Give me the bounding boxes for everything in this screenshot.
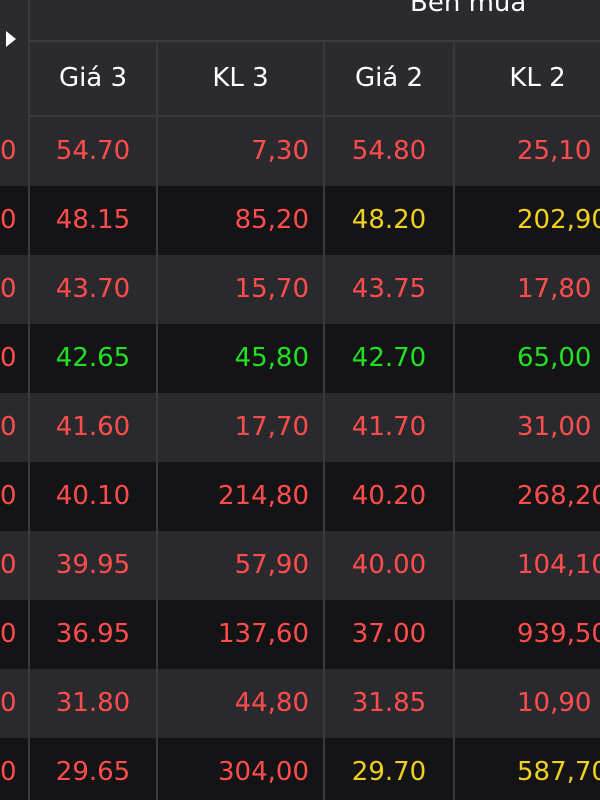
play-triangle-icon[interactable]	[6, 31, 16, 47]
table-row[interactable]: 40.10 214,80 40.20 268,20	[30, 462, 600, 531]
cell-kl-2[interactable]: 587,70	[455, 738, 600, 800]
table-row[interactable]: 43.70 15,70 43.75 17,80	[30, 255, 600, 324]
table-row[interactable]: 41.60 17,70 41.70 31,00	[30, 393, 600, 462]
group-title: Bên mua	[410, 0, 527, 18]
cell-gia-3[interactable]: 41.60	[30, 393, 158, 462]
table-row[interactable]: 54.70 7,30 54.80 25,10	[30, 117, 600, 186]
cell-gia-3[interactable]: 29.65	[30, 738, 158, 800]
buy-side-table: Bên mua Giá 3 KL 3 Giá 2 KL 2 54.70 7,30 5…	[30, 0, 600, 800]
left-column-cell: 0	[0, 186, 28, 255]
cell-kl-2[interactable]: 65,00	[455, 324, 600, 393]
cell-gia-2[interactable]: 48.20	[325, 186, 455, 255]
cell-gia-2[interactable]: 43.75	[325, 255, 455, 324]
left-column-cell: 0	[0, 462, 28, 531]
table-row[interactable]: 29.65 304,00 29.70 587,70	[30, 738, 600, 800]
cell-gia-3[interactable]: 39.95	[30, 531, 158, 600]
cell-kl-3[interactable]: 7,30	[158, 117, 325, 186]
left-column-cell: 0	[0, 117, 28, 186]
cell-kl-3[interactable]: 15,70	[158, 255, 325, 324]
cell-gia-2[interactable]: 37.00	[325, 600, 455, 669]
cell-gia-3[interactable]: 40.10	[30, 462, 158, 531]
left-column-cell: 0	[0, 738, 28, 800]
left-column-cell: 0	[0, 669, 28, 738]
table-row[interactable]: 36.95 137,60 37.00 939,50	[30, 600, 600, 669]
cell-kl-2[interactable]: 31,00	[455, 393, 600, 462]
price-board: 0000000000 Bên mua Giá 3 KL 3 Giá 2 KL 2…	[0, 0, 600, 800]
cell-gia-2[interactable]: 54.80	[325, 117, 455, 186]
left-column-cell: 0	[0, 531, 28, 600]
cell-gia-2[interactable]: 40.20	[325, 462, 455, 531]
cell-kl-2[interactable]: 10,90	[455, 669, 600, 738]
cell-kl-2[interactable]: 25,10	[455, 117, 600, 186]
header-gia-3[interactable]: Giá 3	[30, 42, 158, 115]
cell-gia-3[interactable]: 48.15	[30, 186, 158, 255]
cell-gia-3[interactable]: 31.80	[30, 669, 158, 738]
cell-kl-2[interactable]: 939,50	[455, 600, 600, 669]
header-kl-2[interactable]: KL 2	[455, 42, 600, 115]
cell-gia-3[interactable]: 54.70	[30, 117, 158, 186]
cell-gia-3[interactable]: 42.65	[30, 324, 158, 393]
cell-kl-3[interactable]: 45,80	[158, 324, 325, 393]
left-column-cell: 0	[0, 324, 28, 393]
cell-kl-3[interactable]: 57,90	[158, 531, 325, 600]
cell-kl-3[interactable]: 85,20	[158, 186, 325, 255]
cell-gia-3[interactable]: 43.70	[30, 255, 158, 324]
cell-kl-2[interactable]: 268,20	[455, 462, 600, 531]
cell-kl-3[interactable]: 17,70	[158, 393, 325, 462]
left-truncated-column: 0000000000	[0, 0, 30, 800]
table-row[interactable]: 39.95 57,90 40.00 104,10	[30, 531, 600, 600]
header-kl-3[interactable]: KL 3	[158, 42, 325, 115]
cell-gia-3[interactable]: 36.95	[30, 600, 158, 669]
cell-gia-2[interactable]: 42.70	[325, 324, 455, 393]
left-column-header	[0, 0, 28, 119]
column-header-row: Giá 3 KL 3 Giá 2 KL 2	[30, 42, 600, 117]
cell-gia-2[interactable]: 40.00	[325, 531, 455, 600]
table-row[interactable]: 31.80 44,80 31.85 10,90	[30, 669, 600, 738]
cell-kl-3[interactable]: 214,80	[158, 462, 325, 531]
header-gia-2[interactable]: Giá 2	[325, 42, 455, 115]
left-column-cell: 0	[0, 393, 28, 462]
table-row[interactable]: 48.15 85,20 48.20 202,90	[30, 186, 600, 255]
left-column-cell: 0	[0, 255, 28, 324]
cell-gia-2[interactable]: 41.70	[325, 393, 455, 462]
cell-kl-3[interactable]: 44,80	[158, 669, 325, 738]
cell-kl-2[interactable]: 17,80	[455, 255, 600, 324]
group-header: Bên mua	[30, 0, 600, 42]
cell-kl-2[interactable]: 104,10	[455, 531, 600, 600]
cell-kl-2[interactable]: 202,90	[455, 186, 600, 255]
cell-gia-2[interactable]: 31.85	[325, 669, 455, 738]
table-row[interactable]: 42.65 45,80 42.70 65,00	[30, 324, 600, 393]
cell-kl-3[interactable]: 137,60	[158, 600, 325, 669]
left-column-cell: 0	[0, 600, 28, 669]
cell-kl-3[interactable]: 304,00	[158, 738, 325, 800]
cell-gia-2[interactable]: 29.70	[325, 738, 455, 800]
